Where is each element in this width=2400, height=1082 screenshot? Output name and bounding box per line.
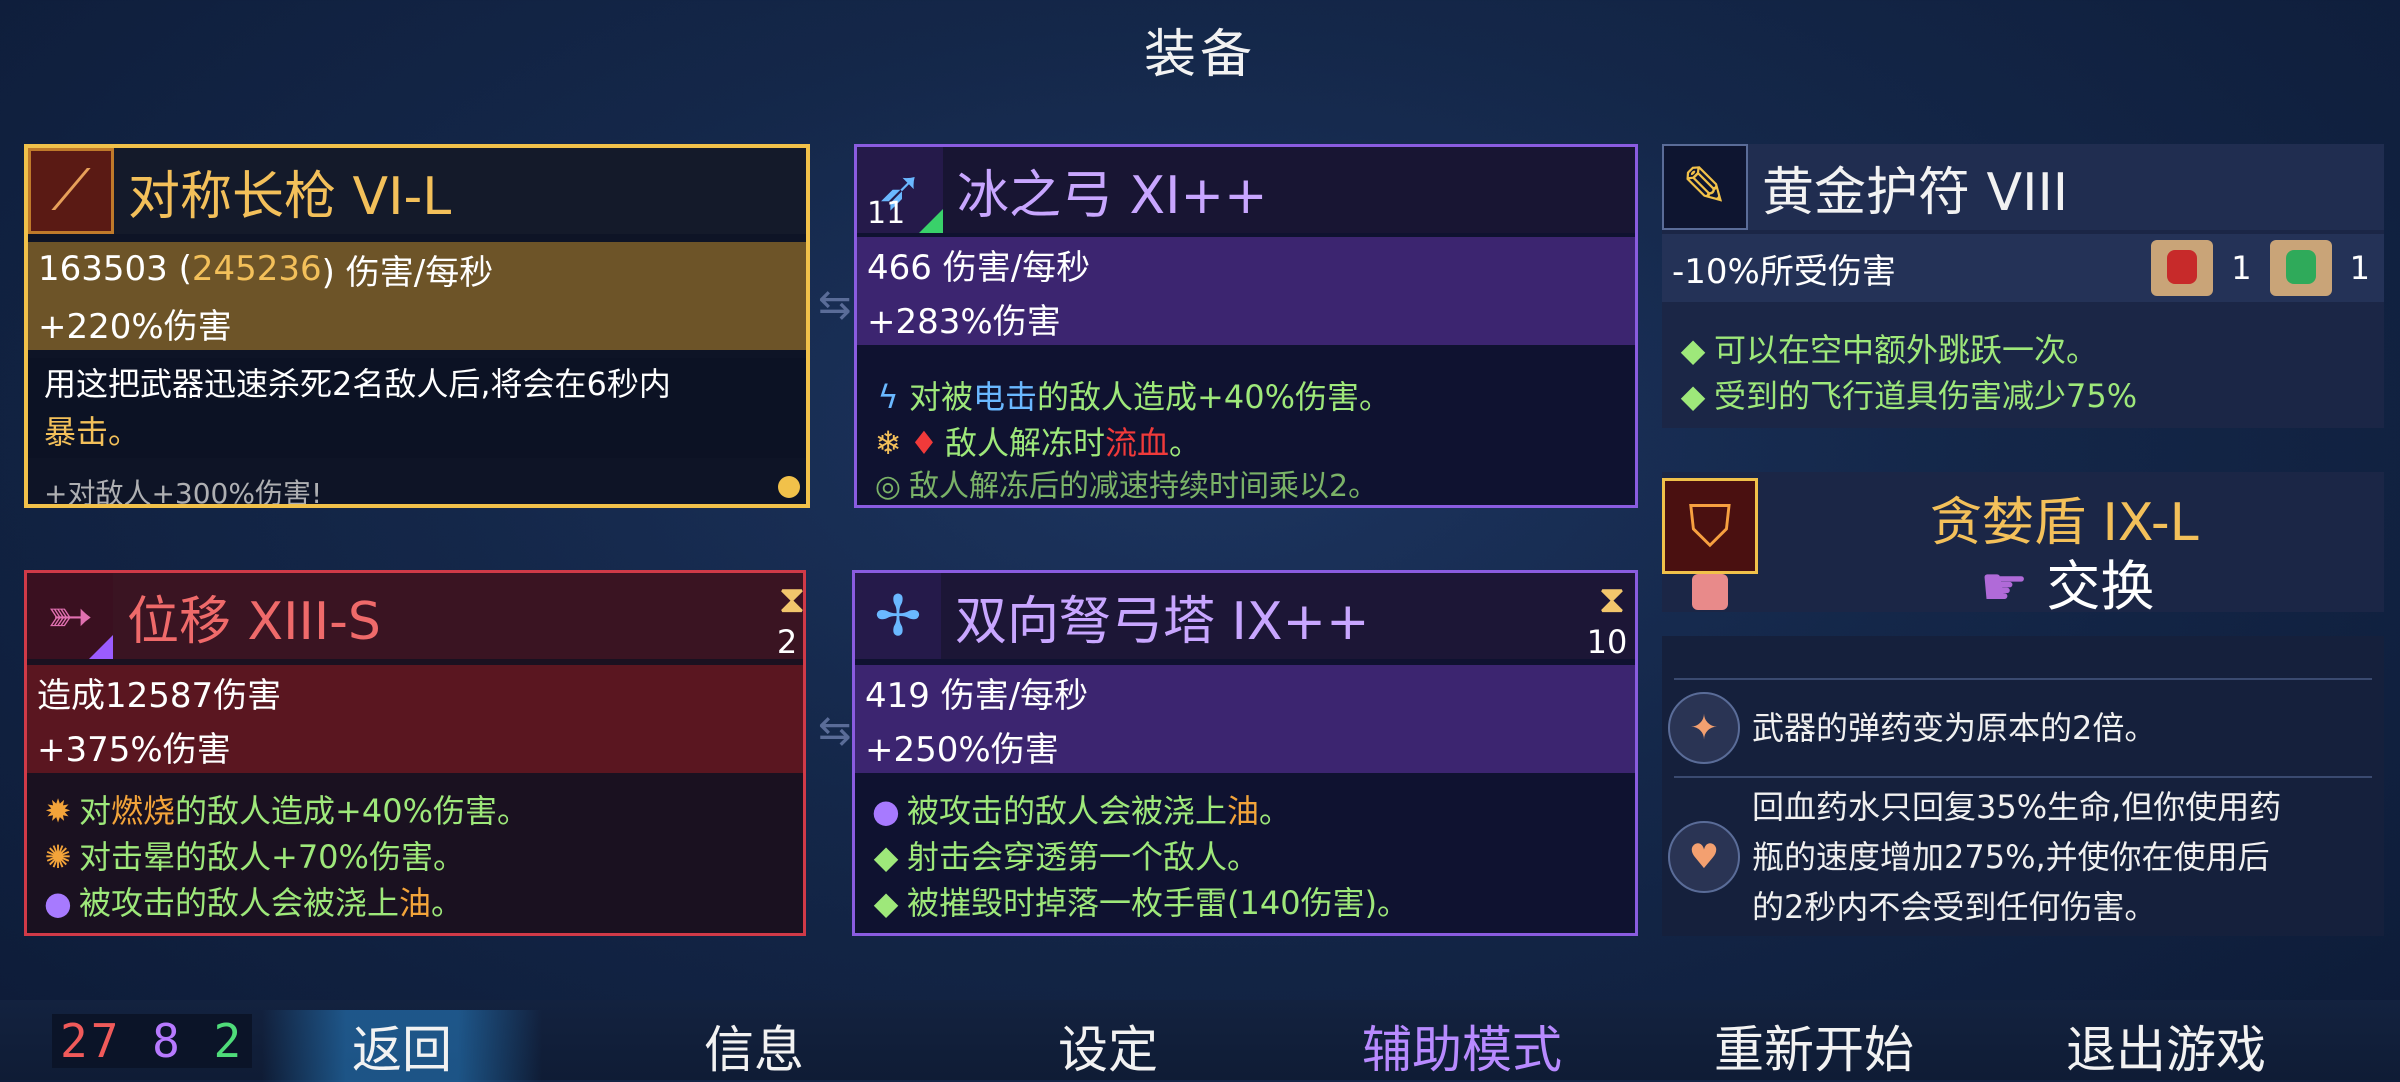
- page-title: 装备: [1143, 25, 1256, 85]
- item-level: 11: [867, 196, 906, 231]
- desc-line: ◆ 受到的飞行道具伤害减少75%: [1662, 372, 2384, 420]
- skill-slot-secondary[interactable]: ✢ 双向弩弓塔 IX++ ⧗ 10 419 伤害/每秒 +250%伤害 ● 被攻击…: [852, 570, 1638, 936]
- card-header: ✢ 双向弩弓塔 IX++: [855, 573, 1635, 659]
- bullet-icon: ◆: [1680, 377, 1706, 415]
- swap-button[interactable]: ☛ 交换: [1980, 542, 2154, 612]
- desc-line: ● 被攻击的敌人会被浇上油。: [855, 787, 1635, 835]
- oil-icon: ●: [872, 792, 900, 830]
- dps-stat: 163503 (245236) 伤害/每秒: [28, 242, 806, 296]
- tier-corner-icon: [89, 635, 113, 659]
- quit-game-button[interactable]: 退出游戏: [2026, 1010, 2306, 1082]
- ice-bow-icon: ➶ 11: [857, 147, 943, 233]
- weapon-slot-secondary[interactable]: ➶ 11 冰之弓 XI++ 466 伤害/每秒 +283%伤害 ϟ 对被电击的敌人…: [854, 144, 1638, 508]
- damage-bonus: +220%伤害: [28, 296, 806, 350]
- desc-line: ❄ ♦ 敌人解冻时流血。: [857, 419, 1635, 467]
- card-header: ➳ 位移 XIII-S: [27, 573, 803, 659]
- survival-scroll-icon: [2269, 240, 2332, 296]
- desc-line: ◆ 被摧毁时掉落一枚手雷(140伤害)。: [855, 879, 1635, 927]
- card-header: ➶ 11 冰之弓 XI++: [857, 147, 1635, 233]
- shield-swap-panel[interactable]: ⛉ 贪婪盾 IX-L ☛ 交换: [1662, 472, 2384, 612]
- bullet-icon: ◆: [1680, 331, 1706, 369]
- info-button[interactable]: 信息: [614, 1010, 894, 1082]
- card-header: ✎ 黄金护符 VIII: [1662, 144, 2384, 230]
- shield-icon: ⛉: [1662, 478, 1758, 574]
- blood-drop-icon: ♦: [909, 424, 939, 462]
- settings-button[interactable]: 设定: [968, 1010, 1248, 1082]
- dash-icon: ➳: [27, 573, 113, 659]
- brutality-count: 27: [60, 1014, 122, 1068]
- desc-line: ◆ 射击会穿透第一个敌人。: [855, 833, 1635, 881]
- slow-icon: ◎: [874, 469, 902, 504]
- cooldown-value: 2: [776, 623, 798, 661]
- assist-mode-button[interactable]: 辅助模式: [1322, 1010, 1602, 1082]
- brutality-scroll-icon: [2151, 240, 2214, 296]
- back-button[interactable]: 返回: [262, 1010, 542, 1082]
- hand-icon: ☛: [1980, 555, 2029, 612]
- oil-icon: ●: [44, 884, 72, 922]
- desc-line: ✺ 对击晕的敌人+70%伤害。: [27, 833, 803, 881]
- dps-stat: 419 伤害/每秒: [855, 665, 1635, 719]
- restart-button[interactable]: 重新开始: [1674, 1010, 1954, 1082]
- item-name: 位移 XIII-S: [127, 591, 381, 652]
- scroll-counts: 1 1: [2151, 240, 2370, 296]
- item-name: 双向弩弓塔 IX++: [955, 591, 1370, 652]
- item-name: 黄金护符 VIII: [1762, 162, 2069, 223]
- desc-line: ◎ 敌人解冻后的减速持续时间乘以2。: [857, 463, 1635, 505]
- swap-arrows-icon[interactable]: ⇆: [818, 285, 852, 325]
- desc-line: ● 被攻击的敌人会被浇上油。: [27, 879, 803, 927]
- amulet-slot[interactable]: ✎ 黄金护符 VIII -10%所受伤害 1 1 ◆ 可以在空中额外跳跃一次。 ◆…: [1662, 144, 2384, 428]
- bullet-icon: ◆: [873, 884, 899, 922]
- bullet-icon: ◆: [873, 838, 899, 876]
- damage-stat: 造成12587伤害: [27, 665, 803, 719]
- fire-icon: ✹: [44, 792, 72, 830]
- desc-line: ϟ 对被电击的敌人造成+40%伤害。: [857, 373, 1635, 421]
- amulet-icon: ✎: [1662, 144, 1748, 230]
- skill-slot-primary[interactable]: ➳ 位移 XIII-S ⧗ 2 造成12587伤害 +375%伤害 ✹ 对燃烧的敌…: [24, 570, 806, 936]
- lightning-icon: ϟ: [877, 378, 899, 416]
- hourglass-icon: ⧗: [778, 577, 806, 621]
- damage-bonus: +375%伤害: [27, 719, 803, 773]
- card-header: ⟋ 对称长枪 VI-L: [28, 148, 806, 234]
- damage-bonus: +283%伤害: [857, 291, 1635, 345]
- cooldown-value: 10: [1586, 623, 1628, 661]
- tier-corner-icon: [919, 209, 943, 233]
- crossbow-turret-icon: ✢: [855, 573, 941, 659]
- stat-counter: 27 8 2: [52, 1014, 253, 1068]
- swap-arrows-icon[interactable]: ⇆: [818, 711, 852, 751]
- ammo-mutation-icon: ✦: [1668, 692, 1740, 764]
- bottom-menu-bar: 27 8 2 返回 信息 设定 辅助模式 重新开始 退出游戏: [0, 1000, 2400, 1082]
- hourglass-icon: ⧗: [1598, 577, 1626, 621]
- desc-line: +对敌人+300%伤害!: [44, 477, 323, 508]
- dps-stat: 466 伤害/每秒: [857, 237, 1635, 291]
- damage-bonus: +250%伤害: [855, 719, 1635, 773]
- survival-count: 2: [213, 1014, 245, 1068]
- frost-icon: ❄: [874, 424, 902, 462]
- desc-line: 用这把武器迅速杀死2名敌人后,将会在6秒内: [44, 365, 671, 403]
- stun-icon: ✺: [44, 838, 72, 876]
- curse-skull-icon: [1692, 574, 1728, 610]
- list-item[interactable]: ✦ 武器的弹药变为原本的2倍。: [1662, 688, 2384, 768]
- divider: [1674, 678, 2372, 680]
- potion-mutation-icon: ♥: [1668, 821, 1740, 893]
- desc-line: 暴击。: [44, 413, 141, 451]
- desc-line: ◆ 可以在空中额外跳跃一次。: [1662, 326, 2384, 374]
- divider: [1674, 776, 2372, 778]
- tactics-count: 8: [152, 1014, 183, 1068]
- weapon-slot-primary[interactable]: ⟋ 对称长枪 VI-L 163503 (245236) 伤害/每秒 +220%伤…: [24, 144, 810, 508]
- desc-line: ✹ 对燃烧的敌人造成+40%伤害。: [27, 787, 803, 835]
- corner-gem-icon: [778, 476, 800, 498]
- mutation-list: ✦ 武器的弹药变为原本的2倍。 ♥ 回血药水只回复35%生命,但你使用药 瓶的速…: [1662, 636, 2384, 936]
- item-name: 冰之弓 XI++: [957, 165, 1268, 226]
- spear-icon: ⟋: [28, 148, 114, 234]
- item-name: 对称长枪 VI-L: [128, 166, 452, 227]
- list-item[interactable]: ♥ 回血药水只回复35%生命,但你使用药 瓶的速度增加275%,并使你在使用后 …: [1662, 782, 2384, 932]
